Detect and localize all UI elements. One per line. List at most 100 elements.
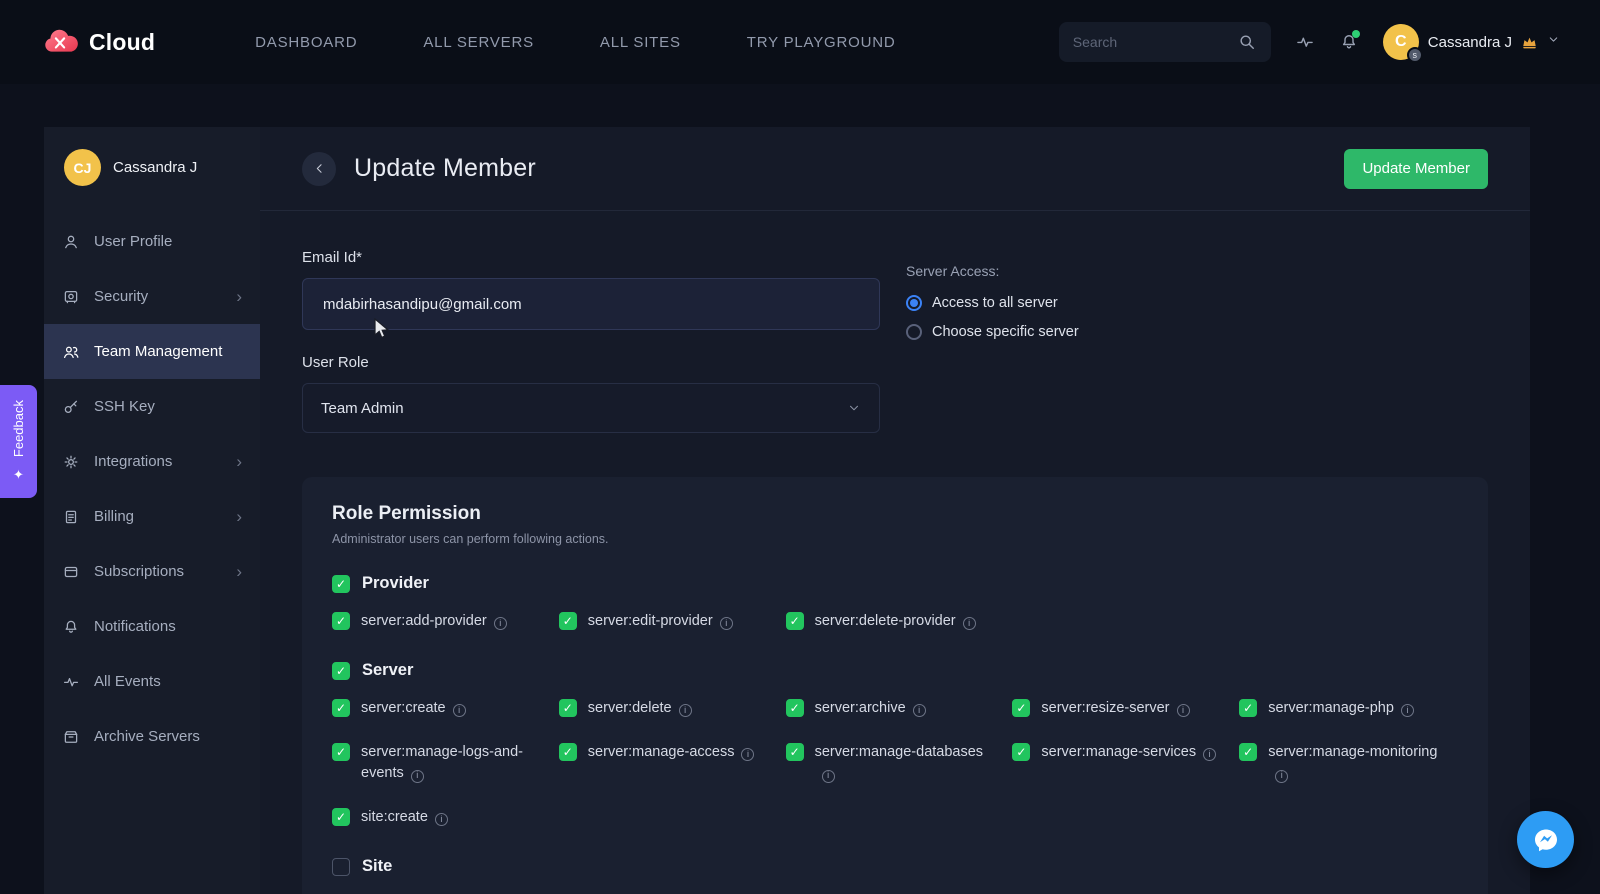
permission-group-header[interactable]: Provider — [332, 574, 1458, 593]
info-icon[interactable]: i — [912, 704, 926, 717]
permission-label: server:manage-php — [1268, 699, 1394, 716]
permission-item[interactable]: server:manage-logs-and-eventsi — [332, 742, 551, 786]
permission-checkbox[interactable] — [558, 698, 577, 717]
permission-item[interactable]: site:create i — [332, 807, 551, 829]
sidebar-item-label: Team Management — [94, 343, 223, 360]
nav-link[interactable]: ALL SERVERS — [423, 34, 534, 51]
permission-checkbox[interactable] — [1239, 742, 1258, 761]
permission-checkbox[interactable] — [785, 698, 804, 717]
radio-label: Choose specific server — [932, 324, 1079, 340]
permission-checkbox[interactable] — [1012, 742, 1031, 761]
search-icon[interactable] — [1237, 32, 1257, 52]
sidebar-item[interactable]: User Profile › — [44, 214, 260, 269]
group-checkbox[interactable] — [332, 661, 350, 680]
info-icon[interactable]: i — [678, 704, 692, 717]
nav-link[interactable]: ALL SITES — [600, 34, 681, 51]
permission-label: server:manage-monitoring — [1268, 743, 1438, 760]
key-icon — [62, 398, 80, 416]
permission-item[interactable]: server:archive i — [785, 698, 1005, 720]
logo[interactable]: Cloud — [40, 26, 155, 59]
activity-icon[interactable] — [1295, 32, 1315, 52]
permission-item[interactable]: server:manage-monitoring i — [1239, 742, 1458, 786]
user-menu[interactable]: C s Cassandra J — [1382, 24, 1560, 63]
search-input[interactable] — [1072, 34, 1237, 50]
permission-checkbox[interactable] — [558, 612, 577, 630]
permission-group-header[interactable]: Server — [332, 661, 1458, 680]
radio-button[interactable] — [906, 324, 922, 340]
info-icon[interactable]: i — [1400, 704, 1414, 717]
permission-item[interactable]: server:manage-php i — [1239, 698, 1458, 720]
permission-item[interactable]: server:manage-databases i — [785, 742, 1005, 786]
sidebar-item[interactable]: Security › — [44, 269, 260, 324]
info-icon[interactable]: i — [741, 747, 755, 761]
info-icon[interactable]: i — [452, 704, 466, 717]
chevron-right-icon: › — [236, 507, 242, 526]
permission-checkbox[interactable] — [332, 808, 350, 826]
permission-item[interactable]: server:delete-provider i — [785, 611, 1005, 633]
permission-group-label: Site — [362, 856, 393, 875]
chat-widget-button[interactable] — [1517, 811, 1574, 868]
permission-checkbox[interactable] — [1239, 698, 1258, 717]
server-access-column: Server Access: Access to all server Choo… — [906, 249, 1079, 433]
notifications-bell-icon[interactable] — [1339, 30, 1360, 52]
navbar-search — [1058, 22, 1271, 62]
feedback-tab[interactable]: Feedback ✦ — [0, 385, 37, 498]
group-checkbox[interactable] — [332, 857, 350, 876]
role-permission-card: Role Permission Administrator users can … — [302, 477, 1488, 894]
sidebar-item[interactable]: Team Management › — [44, 324, 260, 379]
sidebar-item-label: User Profile — [94, 233, 173, 250]
bell-icon — [62, 618, 80, 636]
sidebar-item[interactable]: Notifications › — [44, 599, 260, 654]
permission-checkbox[interactable] — [558, 742, 577, 761]
info-icon[interactable]: i — [493, 617, 507, 631]
permission-checkbox[interactable] — [785, 742, 804, 761]
sidebar-item[interactable]: SSH Key › — [44, 379, 260, 434]
radio-option[interactable]: Access to all server — [906, 295, 1079, 311]
safe-icon — [62, 288, 80, 306]
update-member-button[interactable]: Update Member — [1344, 148, 1488, 189]
info-icon[interactable]: i — [410, 769, 424, 783]
info-icon[interactable]: i — [434, 813, 448, 827]
permission-group-header[interactable]: Site — [332, 857, 1458, 876]
group-checkbox[interactable] — [332, 575, 350, 593]
sidebar-item[interactable]: Archive Servers › — [44, 709, 260, 764]
permission-items-grid: server:create i server:delete i server:arc… — [332, 698, 1458, 829]
permission-label: server:manage-access — [587, 743, 735, 760]
main-header: Update Member Update Member — [260, 127, 1530, 211]
info-icon[interactable]: i — [1275, 769, 1289, 783]
nav-link[interactable]: TRY PLAYGROUND — [747, 34, 896, 51]
permission-item[interactable]: server:create i — [332, 698, 551, 720]
nav-link-label: TRY PLAYGROUND — [746, 33, 896, 51]
billing-icon — [62, 508, 80, 526]
sidebar-item[interactable]: All Events › — [44, 654, 260, 709]
permission-checkbox[interactable] — [1012, 698, 1031, 717]
permission-item[interactable]: server:manage-services i — [1012, 742, 1231, 764]
back-button[interactable] — [302, 151, 336, 186]
radio-option[interactable]: Choose specific server — [906, 324, 1079, 340]
radio-button[interactable] — [906, 295, 922, 311]
info-icon[interactable]: i — [1203, 747, 1217, 761]
permission-checkbox[interactable] — [785, 612, 804, 630]
permission-item[interactable]: server:add-provider i — [332, 611, 551, 633]
form-left-column: Email Id* User Role Team Admin — [302, 249, 880, 433]
sidebar-item[interactable]: Billing › — [44, 489, 260, 544]
info-icon[interactable]: i — [821, 769, 835, 783]
sidebar-item[interactable]: Integrations › — [44, 434, 260, 489]
permission-item[interactable]: server:delete i — [558, 698, 778, 720]
sidebar-item[interactable]: Subscriptions › — [44, 544, 260, 599]
info-icon[interactable]: i — [719, 617, 733, 631]
email-field[interactable] — [302, 278, 880, 330]
user-role-select[interactable]: Team Admin — [302, 383, 880, 433]
role-permission-subtitle: Administrator users can perform followin… — [332, 532, 609, 546]
info-icon[interactable]: i — [962, 617, 976, 631]
permission-item[interactable]: server:edit-provider i — [558, 611, 778, 633]
nav-link[interactable]: DASHBOARD — [255, 34, 357, 51]
user-role-block: User Role Team Admin — [302, 354, 880, 433]
permission-item[interactable]: server:resize-server i — [1012, 698, 1231, 720]
permission-checkbox[interactable] — [332, 612, 350, 630]
permission-checkbox[interactable] — [332, 742, 350, 761]
sidebar-item-label: SSH Key — [94, 398, 155, 415]
permission-checkbox[interactable] — [332, 698, 350, 717]
info-icon[interactable]: i — [1176, 704, 1190, 717]
permission-item[interactable]: server:manage-access i — [558, 742, 778, 764]
